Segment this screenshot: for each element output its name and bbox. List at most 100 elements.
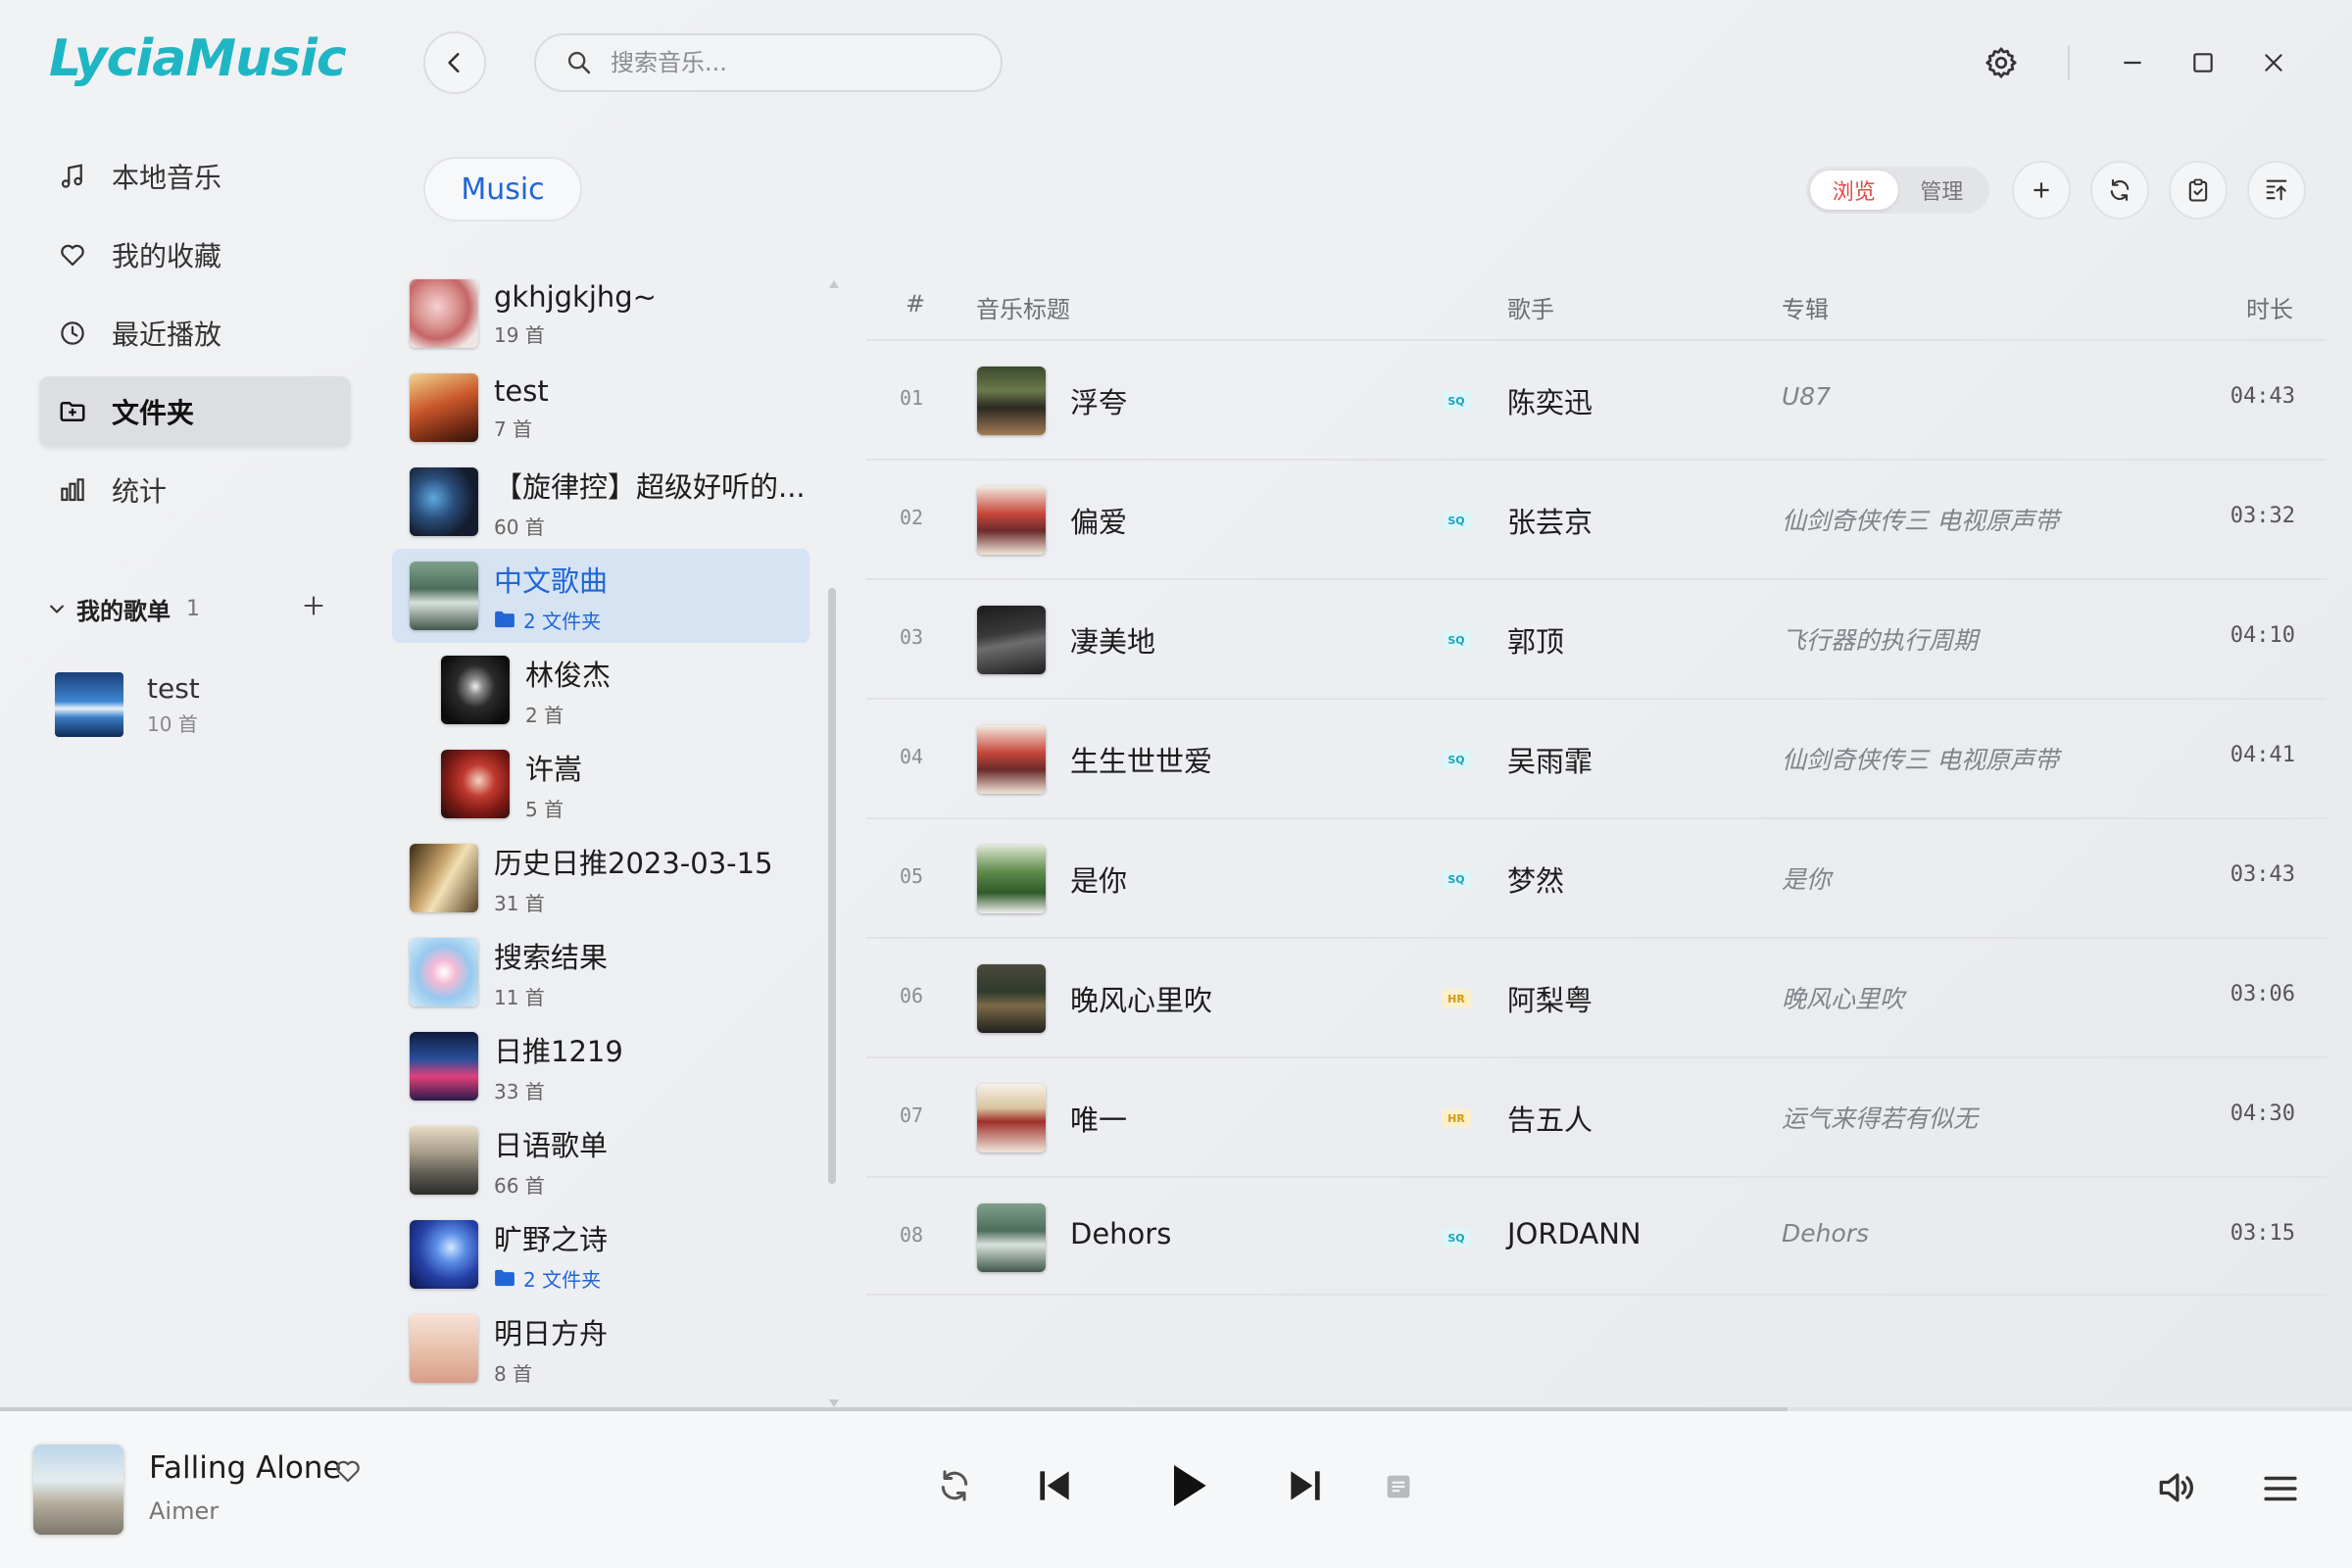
track-title: 是你	[1070, 864, 1128, 898]
now-playing-cover[interactable]	[33, 1445, 123, 1535]
sidebar-item-recent[interactable]: 最近播放	[39, 298, 351, 368]
table-row[interactable]: 01 浮夸 SQ 陈奕迅 U87 04:43	[866, 339, 2327, 459]
table-row[interactable]: 06 晚风心里吹 HR 阿梨粤 晚风心里吹 03:06	[866, 937, 2327, 1056]
track-album[interactable]: 仙剑奇侠传三 电视原声带	[1782, 502, 2059, 537]
quality-badge: HR	[1442, 989, 1471, 1008]
now-playing-artist[interactable]: Aimer	[149, 1497, 219, 1525]
like-button[interactable]	[333, 1456, 363, 1490]
col-album[interactable]: 专辑	[1782, 290, 1829, 324]
playlist-name: test	[147, 672, 200, 705]
track-title: 偏爱	[1070, 506, 1128, 539]
track-artist[interactable]: 张芸京	[1507, 500, 1592, 541]
play-button[interactable]	[1160, 1458, 1215, 1517]
sidebar-item-local-music[interactable]: 本地音乐	[39, 141, 351, 212]
track-cover	[977, 367, 1046, 435]
search-input[interactable]	[611, 49, 983, 76]
folder-scrollbar[interactable]	[828, 588, 836, 1184]
previous-button[interactable]	[1033, 1464, 1076, 1511]
track-number: 06	[900, 984, 924, 1007]
folder-item[interactable]: test 7 首	[392, 361, 809, 455]
track-title: 凄美地	[1070, 625, 1156, 659]
subfolder-item[interactable]: 林俊杰 2 首	[392, 643, 809, 737]
track-album[interactable]: U87	[1782, 382, 1831, 411]
table-row[interactable]: 03 凄美地 SQ 郭顶 飞行器的执行周期 04:10	[866, 578, 2327, 698]
refresh-button[interactable]	[2090, 161, 2149, 220]
quality-badge: HR	[1442, 1108, 1471, 1128]
track-album[interactable]: 仙剑奇侠传三 电视原声带	[1782, 741, 2059, 776]
clipboard-button[interactable]	[2169, 161, 2228, 220]
table-row[interactable]: 04 生生世世爱 SQ 吴雨霏 仙剑奇侠传三 电视原声带 04:41	[866, 698, 2327, 817]
col-duration[interactable]: 时长	[2246, 290, 2293, 324]
track-artist[interactable]: 陈奕迅	[1507, 380, 1592, 421]
repeat-icon	[941, 1470, 968, 1501]
path-chip-music[interactable]: Music	[423, 157, 582, 221]
col-num[interactable]: #	[906, 290, 925, 318]
track-artist[interactable]: JORDANN	[1507, 1217, 1642, 1250]
sidebar-item-folders[interactable]: 文件夹	[39, 376, 351, 447]
sort-button[interactable]	[2247, 161, 2306, 220]
track-artist[interactable]: 告五人	[1507, 1098, 1592, 1139]
folder-count: 19 首	[494, 322, 545, 347]
add-playlist-button[interactable]	[296, 588, 331, 623]
track-artist[interactable]: 郭顶	[1507, 619, 1564, 661]
track-duration: 04:30	[2230, 1102, 2295, 1126]
close-icon	[2265, 54, 2282, 72]
back-button[interactable]	[423, 31, 486, 94]
view-mode-toggle[interactable]: 浏览 管理	[1806, 167, 1989, 214]
table-row[interactable]: 08 Dehors SQ JORDANN Dehors 03:15	[866, 1176, 2327, 1296]
track-album[interactable]: 运气来得若有似无	[1782, 1100, 1978, 1135]
folder-item[interactable]: 日推1219 33 首	[392, 1019, 809, 1113]
folder-item-active[interactable]: 中文歌曲 2 文件夹	[392, 549, 809, 643]
table-header: # 音乐标题 歌手 专辑 时长	[866, 274, 2327, 337]
track-album[interactable]: 飞行器的执行周期	[1782, 621, 1978, 657]
folder-item[interactable]: 明日方舟 8 首	[392, 1301, 809, 1396]
maximize-button[interactable]	[2174, 33, 2232, 92]
sidebar-item-stats[interactable]: 统计	[39, 455, 351, 525]
sidebar-item-label: 本地音乐	[112, 162, 222, 194]
subfolder-item[interactable]: 许嵩 5 首	[392, 737, 809, 831]
folder-cover	[410, 1126, 478, 1195]
sidebar-item-label: 文件夹	[112, 397, 195, 429]
next-button[interactable]	[1284, 1464, 1327, 1511]
track-album[interactable]: Dehors	[1782, 1219, 1869, 1248]
repeat-mode-button[interactable]	[935, 1466, 974, 1509]
col-artist[interactable]: 歌手	[1507, 290, 1554, 324]
playlists-header[interactable]: 我的歌单 1	[47, 592, 200, 626]
lyrics-button[interactable]	[1382, 1470, 1415, 1507]
table-row[interactable]: 07 唯一 HR 告五人 运气来得若有似无 04:30	[866, 1056, 2327, 1176]
folder-cover	[410, 1314, 478, 1383]
close-button[interactable]	[2244, 33, 2303, 92]
browse-tab[interactable]: 浏览	[1810, 171, 1898, 210]
volume-button[interactable]	[2154, 1466, 2197, 1513]
search-bar[interactable]	[534, 33, 1003, 92]
add-button[interactable]	[2012, 161, 2071, 220]
folder-cover	[410, 844, 478, 912]
folder-item[interactable]: 旷野之诗 2 文件夹	[392, 1207, 809, 1301]
track-artist[interactable]: 吴雨霏	[1507, 739, 1592, 780]
track-number: 03	[900, 625, 924, 649]
playlist-queue-button[interactable]	[2260, 1468, 2301, 1513]
volume-icon	[2159, 1473, 2193, 1502]
folder-item[interactable]: 历史日推2023-03-15 31 首	[392, 831, 809, 925]
minimize-button[interactable]	[2103, 33, 2162, 92]
table-row[interactable]: 02 偏爱 SQ 张芸京 仙剑奇侠传三 电视原声带 03:32	[866, 459, 2327, 578]
sidebar-item-favorites[interactable]: 我的收藏	[39, 220, 351, 290]
col-title[interactable]: 音乐标题	[976, 290, 1070, 324]
now-playing-title[interactable]: Falling Alone	[149, 1450, 342, 1486]
track-album[interactable]: 晚风心里吹	[1782, 980, 1904, 1015]
folder-item[interactable]: 搜索结果 11 首	[392, 925, 809, 1019]
playlist-item[interactable]: test 10 首	[55, 672, 200, 737]
table-row[interactable]: 05 是你 SQ 梦然 是你 03:43	[866, 817, 2327, 937]
folder-icon	[495, 1269, 514, 1287]
settings-button[interactable]	[1972, 33, 2031, 92]
track-album[interactable]: 是你	[1782, 860, 1831, 896]
track-number: 08	[900, 1223, 924, 1247]
folder-count: 8 首	[494, 1361, 533, 1386]
track-artist[interactable]: 梦然	[1507, 858, 1564, 900]
folder-item[interactable]: 【旋律控】超级好听的... 60 首	[392, 455, 809, 549]
folder-item[interactable]: 日语歌单 66 首	[392, 1113, 809, 1207]
folder-item[interactable]: gkhjgkjhg~ 19 首	[392, 267, 809, 361]
track-artist[interactable]: 阿梨粤	[1507, 978, 1592, 1019]
manage-tab[interactable]: 管理	[1898, 171, 1986, 210]
scroll-up-arrow[interactable]	[828, 274, 840, 293]
